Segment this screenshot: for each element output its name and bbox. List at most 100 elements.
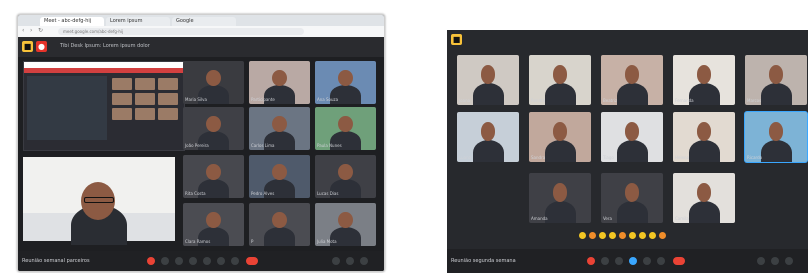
reaction-icon[interactable] <box>579 232 586 239</box>
participant-face <box>338 115 353 132</box>
participant-face <box>272 163 287 180</box>
main-speaker-video <box>23 157 175 245</box>
participant-tile[interactable]: Lucas Dias <box>315 155 376 198</box>
participant-name: Maria Silva <box>185 97 207 102</box>
reaction-icon[interactable] <box>649 232 656 239</box>
participant-video <box>616 82 648 105</box>
emoji-icon[interactable] <box>643 257 651 265</box>
people-icon[interactable] <box>346 257 354 265</box>
forward-icon[interactable]: › <box>30 28 36 34</box>
app-logo-icon: ■ <box>22 41 33 52</box>
participant-tile[interactable]: Ana Souza <box>315 61 376 104</box>
participant-name: João Pereira <box>185 143 209 148</box>
participant-face <box>696 122 712 141</box>
participant-tile[interactable]: Vera <box>601 173 663 223</box>
shared-participant-thumbnails <box>112 78 178 120</box>
participant-face <box>768 65 784 84</box>
meeting-controls-bar: Reunião segunda semana <box>447 249 808 273</box>
participant-name: Carlos Lima <box>251 143 275 148</box>
raise-hand-icon[interactable] <box>217 257 225 265</box>
reaction-icon[interactable] <box>589 232 596 239</box>
reaction-icon[interactable] <box>659 232 666 239</box>
meeting-name: Reunião segunda semana <box>451 258 516 264</box>
participant-tile[interactable]: Maria Silva <box>183 61 244 104</box>
participant-video <box>544 200 576 223</box>
reaction-icon[interactable] <box>629 232 636 239</box>
participant-tile[interactable]: Amanda <box>529 173 591 223</box>
participant-video <box>760 139 792 162</box>
url-field[interactable]: meet.google.com/abc-defg-hij <box>58 28 304 35</box>
participant-tile[interactable]: Sandra <box>529 112 591 162</box>
present-icon[interactable] <box>629 257 637 265</box>
reaction-icon[interactable] <box>619 232 626 239</box>
chat-icon[interactable] <box>785 257 793 265</box>
participant-face <box>624 183 640 202</box>
emoji-icon[interactable] <box>189 257 197 265</box>
mic-off-icon[interactable] <box>147 257 155 265</box>
reaction-icon[interactable] <box>609 232 616 239</box>
participant-tile[interactable]: Julia Mota <box>315 203 376 246</box>
present-icon[interactable] <box>203 257 211 265</box>
participant-tile[interactable]: Pedro Alves <box>249 155 310 198</box>
participant-tile[interactable]: João Pereira <box>183 107 244 150</box>
participant-face <box>624 65 640 84</box>
participant-video <box>688 200 720 223</box>
camera-icon[interactable] <box>161 257 169 265</box>
people-icon[interactable] <box>771 257 779 265</box>
participant-tile[interactable]: Camila <box>673 173 735 223</box>
participant-tile[interactable]: Rita Costa <box>183 155 244 198</box>
reaction-icon[interactable] <box>639 232 646 239</box>
camera-icon[interactable] <box>601 257 609 265</box>
browser-tab-bar: Meet - abc-defg-hij Lorem ipsum Google <box>18 15 384 26</box>
participant-face <box>552 65 568 84</box>
participant-tile[interactable]: Beatriz <box>601 55 663 105</box>
chat-icon[interactable] <box>360 257 368 265</box>
participant-tile[interactable]: Carlos Lima <box>249 107 310 150</box>
info-icon[interactable] <box>332 257 340 265</box>
captions-icon[interactable] <box>615 257 623 265</box>
participant-name: Ricardo <box>747 155 763 160</box>
shared-screen-content <box>27 76 107 140</box>
participant-face <box>338 211 353 228</box>
app-logo-icon: ■ <box>451 34 462 45</box>
participant-tile[interactable]: Paula Nunes <box>315 107 376 150</box>
more-options-icon[interactable] <box>657 257 665 265</box>
participant-tile[interactable]: Renata <box>529 55 591 105</box>
participant-tile[interactable]: P <box>249 203 310 246</box>
recording-icon[interactable]: ● <box>36 41 47 52</box>
participant-video <box>544 82 576 105</box>
participant-tile[interactable]: Clara Ramos <box>183 203 244 246</box>
mic-off-icon[interactable] <box>587 257 595 265</box>
participant-tile[interactable]: Joana <box>457 55 519 105</box>
participant-tile[interactable]: Tiago <box>601 112 663 162</box>
participant-name: Clara Ramos <box>185 239 211 244</box>
participant-tile[interactable]: Helena <box>673 112 735 162</box>
back-icon[interactable]: ‹ <box>22 28 28 34</box>
browser-tab[interactable]: Google <box>172 17 236 26</box>
participant-face <box>768 122 784 141</box>
captions-icon[interactable] <box>175 257 183 265</box>
screen-share <box>23 61 185 151</box>
participant-tile[interactable]: Participante <box>249 61 310 104</box>
participant-tile[interactable]: Marcos <box>745 55 807 105</box>
end-call-button[interactable] <box>246 257 258 265</box>
more-options-icon[interactable] <box>231 257 239 265</box>
participant-tile[interactable]: Luana <box>457 112 519 162</box>
reload-icon[interactable]: ↻ <box>38 28 44 34</box>
participant-face <box>480 65 496 84</box>
participant-tile[interactable]: Fernanda <box>673 55 735 105</box>
participant-face <box>480 122 496 141</box>
browser-tab[interactable]: Meet - abc-defg-hij <box>40 17 104 26</box>
reaction-icon[interactable] <box>599 232 606 239</box>
participant-face <box>338 69 353 86</box>
participant-name: Camila <box>675 216 689 221</box>
participant-name: Pedro Alves <box>251 191 275 196</box>
info-icon[interactable] <box>757 257 765 265</box>
end-call-button[interactable] <box>673 257 685 265</box>
browser-tab[interactable]: Lorem ipsum <box>106 17 170 26</box>
participant-face <box>696 183 712 202</box>
participant-video <box>616 139 648 162</box>
participant-face <box>624 122 640 141</box>
participant-tile[interactable]: Ricardo <box>745 112 807 162</box>
participant-name: Participante <box>251 97 275 102</box>
